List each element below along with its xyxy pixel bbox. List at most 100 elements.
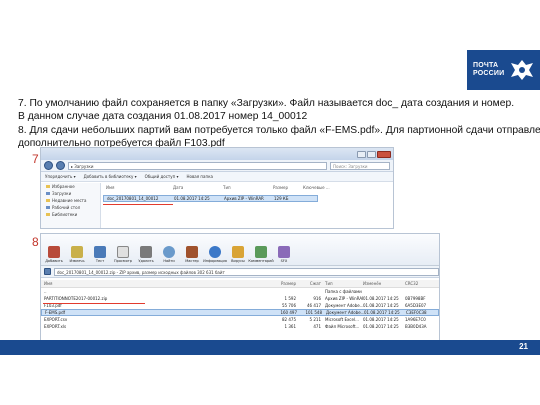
close-button[interactable] [377,150,391,158]
tool-label: Комментарий [248,259,274,263]
cell-modified: 01.08.2017 14:25 [363,303,399,308]
col-size[interactable]: Размер [273,185,303,190]
tool-delete[interactable]: Удалить [137,246,155,263]
footer-bar: 21 [0,340,540,355]
back-icon[interactable] [44,161,53,170]
winrar-filelist: Имя Размер Сжат Тип Изменён CRC32 .. Папк… [41,280,439,330]
sidebar-label: Библиотеки [52,212,78,217]
explorer-titlebar [41,148,393,160]
maximize-button[interactable] [367,150,376,158]
cell-type: Папка с файлами [325,289,362,294]
table-row[interactable]: .. Папка с файлами [41,288,439,295]
table-row[interactable]: EXPORT.xls 1 361 471 Файл Microsoft... 01.08… [41,323,439,330]
sidebar-label: Рабочий стол [52,205,81,210]
new-folder-button[interactable]: Новая папка [186,174,213,179]
extract-icon [71,246,83,258]
organize-button[interactable]: Упорядочить ▾ [45,174,76,179]
address-input[interactable]: ▸ Загрузки [68,161,327,170]
desktop-icon [46,206,50,209]
col-packed[interactable]: Сжат [296,281,321,286]
step-marker-7: 7 [32,152,39,166]
forward-icon[interactable] [56,161,65,170]
cell-modified: 01.08.2017 14:25 [363,324,399,329]
col-crc[interactable]: CRC32 [405,281,435,286]
sidebar-item-desktop[interactable]: Рабочий стол [41,204,100,211]
tool-wizard[interactable]: Мастер [183,246,201,263]
sidebar-item-favorites[interactable]: Избранное [41,183,100,190]
tool-label: Информация [203,259,227,263]
tool-label: Мастер [185,259,199,263]
tool-label: Вирусы [231,259,245,263]
col-type[interactable]: Тип [223,185,273,190]
cell-type: Microsoft Excel... [325,317,359,322]
cell-crc: B3B0D43A [405,324,427,329]
col-modified[interactable]: Изменён [363,281,405,286]
sidebar-item-recent[interactable]: Недавние места [41,197,100,204]
logo-text: ПОЧТА РОССИИ [473,62,504,78]
download-folder-icon [46,192,50,195]
sfx-icon [278,246,290,258]
highlight-underline [103,204,173,205]
col-size[interactable]: Размер [271,281,296,286]
share-button[interactable]: Общий доступ ▾ [145,174,179,179]
minimize-button[interactable] [357,150,366,158]
cell-packed: 5 211 [309,317,321,322]
step-marker-8: 8 [32,235,39,249]
up-folder-icon[interactable] [44,268,51,275]
archive-path: doc_20170801_14_00012.zip - ZIP архив, р… [54,267,439,276]
cell-name: PARTITIONNOTE2017-00012.zip [44,296,108,301]
cell-type: Документ Adobe... [326,310,364,315]
cell-type: Файл Microsoft... [325,324,360,329]
tool-comment[interactable]: Комментарий [248,246,274,263]
info-icon [209,246,221,258]
tool-sfx[interactable]: SFX [275,246,293,263]
tool-virus[interactable]: Вирусы [229,246,247,263]
table-row[interactable]: PARTITIONNOTE2017-00012.zip 1 592 916 Архив… [41,295,439,302]
col-date[interactable]: Дата [173,185,223,190]
cell-type: Архив ZIP - WinRAR [325,296,363,301]
winrar-pathbar: doc_20170801_14_00012.zip - ZIP архив, р… [41,266,439,278]
col-name[interactable]: Имя [103,185,173,190]
cell-packed: 46 417 [307,303,321,308]
virus-scan-icon [232,246,244,258]
text-line-3: 8. Для сдачи небольших партий вам потреб… [18,124,540,136]
russian-post-logo: ПОЧТА РОССИИ [467,50,540,90]
table-row[interactable]: EXPORT.csv 82 475 5 211 Microsoft Excel... 0… [41,316,439,323]
page-number: 21 [519,342,528,351]
star-icon [46,185,50,188]
cell-crc: 1A96E7C0 [405,317,426,322]
tool-label: Просмотр [114,259,132,263]
col-name[interactable]: Имя [41,281,271,286]
cell-crc: 0B7998BF [405,296,426,301]
sidebar-item-libraries[interactable]: Библиотеки [41,211,100,218]
tool-view[interactable]: Просмотр [114,246,132,263]
sidebar-item-downloads[interactable]: Загрузки [41,190,100,197]
tool-info[interactable]: Информация [203,246,227,263]
file-row[interactable]: doc_20170801_14_00012 01.08.2017 14:25 А… [103,195,318,202]
file-name: doc_20170801_14_00012 [107,196,159,201]
cell-crc: C3EF0C38 [406,310,427,315]
cell-crc: 6A5D3E07 [405,303,427,308]
cell-name: EXPORT.xls [44,324,67,329]
col-type[interactable]: Тип [321,281,363,286]
cell-size: 55 706 [282,303,296,308]
wizard-icon [186,246,198,258]
tool-label: Найти [163,259,175,263]
explorer-filelist: Имя Дата Тип Размер Ключевые ... doc_201… [103,183,393,202]
table-row[interactable]: F-EMS.pdf 160 497 101 548 Документ Adobe...… [41,309,439,316]
file-date: 01.08.2017 14:25 [174,196,210,201]
view-icon [117,246,129,258]
tool-find[interactable]: Найти [160,246,178,263]
tool-test[interactable]: Тест [91,246,109,263]
winrar-screenshot: Добавить Извлечь Тест Просмотр Удалить Н… [40,233,440,341]
filelist-header: Имя Дата Тип Размер Ключевые ... [103,183,393,191]
logo-line2: РОССИИ [473,70,505,77]
tool-add[interactable]: Добавить [45,246,63,263]
col-keywords[interactable]: Ключевые ... [303,185,343,190]
tool-extract[interactable]: Извлечь [68,246,86,263]
file-size: 129 КБ [274,196,289,201]
add-archive-icon [48,246,60,258]
add-to-library-button[interactable]: Добавить в библиотеку ▾ [84,174,137,179]
search-input[interactable]: Поиск: Загрузки [330,161,390,170]
cell-modified: 01.08.2017 14:25 [363,317,399,322]
